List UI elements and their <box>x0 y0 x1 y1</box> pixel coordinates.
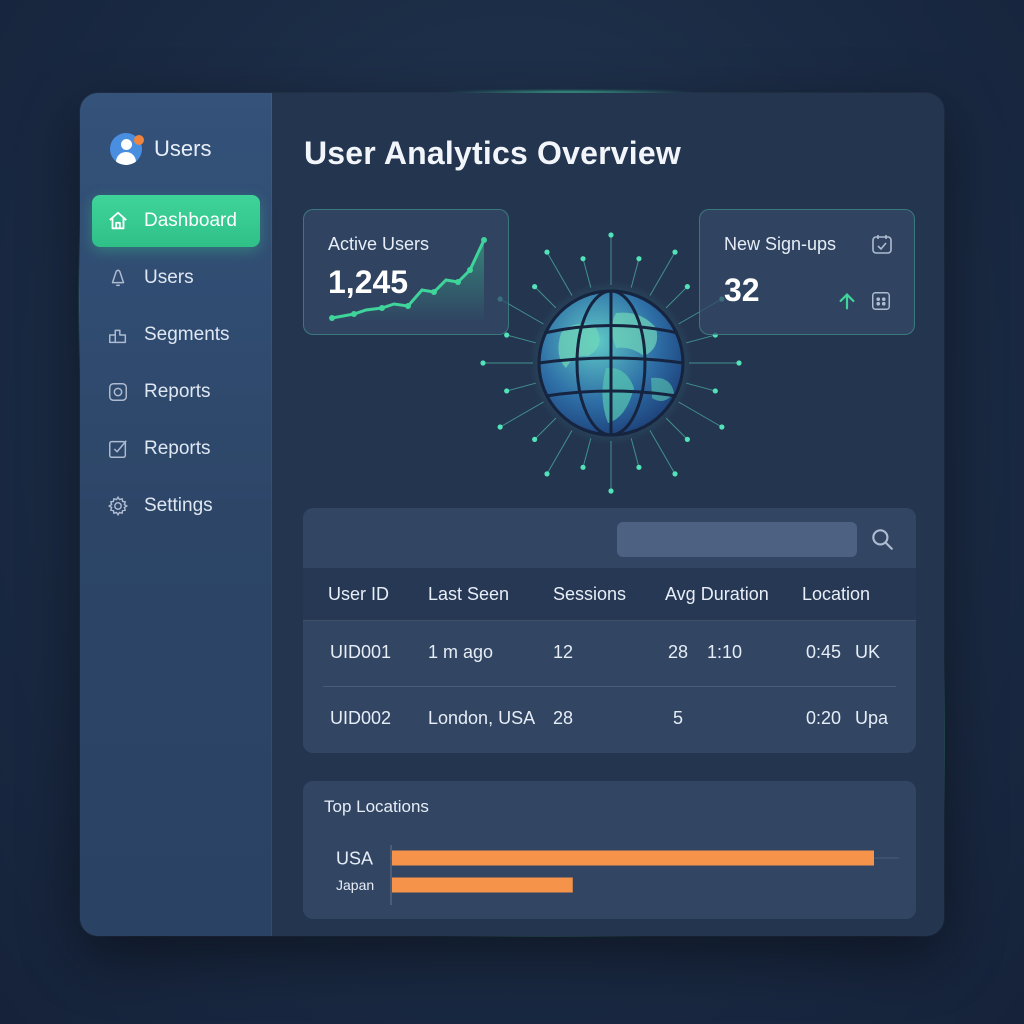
sidebar-item-label: Reports <box>144 438 211 459</box>
search-input[interactable] <box>617 522 857 557</box>
calendar-icon[interactable] <box>870 232 894 256</box>
home-icon <box>106 209 130 233</box>
column-header-sessions[interactable]: Sessions <box>553 584 626 605</box>
bar-label-usa: USA <box>336 848 373 868</box>
cell-time: 0:45 <box>806 642 842 662</box>
cell-avg-duration: 5 <box>673 708 684 728</box>
notification-dot <box>134 135 144 145</box>
sidebar-item-label: Settings <box>144 495 213 516</box>
cell-location: Upa <box>855 708 889 728</box>
camera-square-icon <box>106 380 130 404</box>
bar-usa[interactable] <box>392 850 874 866</box>
sidebar-item-dashboard[interactable]: Dashboard <box>92 195 260 247</box>
new-signups-value: 32 <box>724 272 760 308</box>
sidebar-item-label: Users <box>144 267 194 288</box>
arrow-up-icon <box>839 293 855 310</box>
new-signups-card[interactable]: New Sign-ups 32 <box>699 209 915 335</box>
table-row[interactable]: UID001 1 m ago 12 28 1:10 0:45 UK <box>303 620 916 686</box>
bar-label-japan: Japan <box>336 877 374 893</box>
active-users-card[interactable]: Active Users 1,245 <box>303 209 509 335</box>
sidebar: Users Dashboard Users Segments Reports R… <box>80 93 272 936</box>
cell-duration-extra: 1:10 <box>707 642 743 662</box>
cell-last-seen: London, USA <box>428 708 536 728</box>
column-header-user-id[interactable]: User ID <box>328 584 389 605</box>
sidebar-item-users[interactable]: Users <box>92 252 260 304</box>
sidebar-item-label: Reports <box>144 381 211 402</box>
sidebar-nav: Dashboard Users Segments Reports Reports… <box>92 195 260 537</box>
cell-user-id: UID001 <box>330 642 392 662</box>
active-users-value: 1,245 <box>328 264 409 300</box>
bar-japan[interactable] <box>392 877 573 893</box>
cell-last-seen: 1 m ago <box>428 642 494 662</box>
brand-label: Users <box>154 136 212 161</box>
page-title: User Analytics Overview <box>304 135 681 171</box>
top-locations-chart: USA Japan <box>336 845 899 905</box>
main-content: User Analytics Overview Active Users 1,2… <box>271 93 944 936</box>
app-window: Users Dashboard Users Segments Reports R… <box>80 93 944 936</box>
bell-icon <box>106 266 130 290</box>
grid-icon[interactable] <box>870 290 892 312</box>
cell-location: UK <box>855 642 881 662</box>
active-users-label: Active Users <box>328 234 430 254</box>
sidebar-item-label: Dashboard <box>144 210 237 231</box>
cell-sessions: 28 <box>553 708 574 728</box>
segments-icon <box>106 323 130 347</box>
sidebar-item-reports[interactable]: Reports <box>92 366 260 418</box>
users-table-card: User ID Last Seen Sessions Avg Duration … <box>303 508 916 753</box>
column-header-avg-duration[interactable]: Avg Duration <box>665 584 769 605</box>
sidebar-item-segments[interactable]: Segments <box>92 309 260 361</box>
sidebar-item-label: Segments <box>144 324 230 345</box>
cell-sessions: 12 <box>553 642 574 662</box>
checkbox-icon <box>106 437 130 461</box>
table-header: User ID Last Seen Sessions Avg Duration … <box>303 568 916 621</box>
new-signups-label: New Sign-ups <box>724 234 837 254</box>
gear-icon <box>106 494 130 518</box>
cell-user-id: UID002 <box>330 708 392 728</box>
brand[interactable]: Users <box>110 133 211 165</box>
search-icon[interactable] <box>869 526 895 552</box>
cell-time: 0:20 <box>806 708 842 728</box>
table-row[interactable]: UID002 London, USA 28 5 0:20 Upa <box>303 686 916 752</box>
column-header-last-seen[interactable]: Last Seen <box>428 584 509 605</box>
top-locations-card: Top Locations USA Japan <box>303 781 916 919</box>
cell-avg-duration: 28 <box>668 642 689 662</box>
sidebar-item-settings[interactable]: Settings <box>92 480 260 532</box>
sidebar-item-reports-2[interactable]: Reports <box>92 423 260 475</box>
column-header-location[interactable]: Location <box>802 584 870 605</box>
